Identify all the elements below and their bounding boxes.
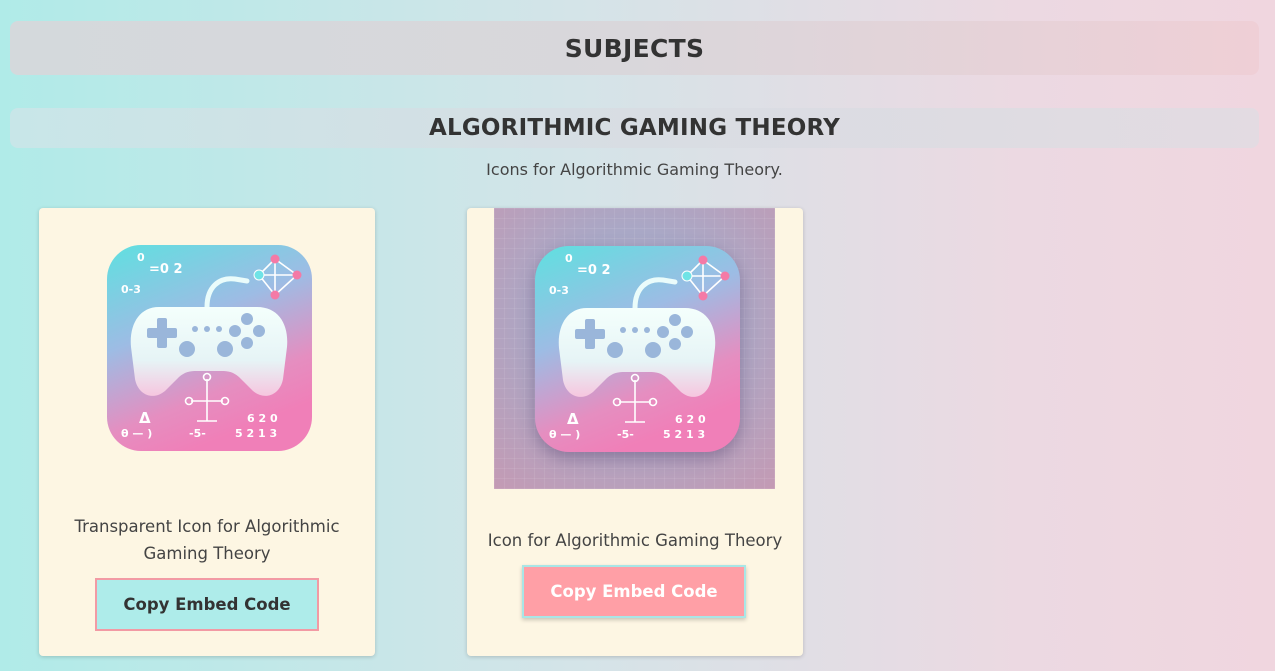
delta-symbol: Δ (567, 410, 579, 428)
formula-top: =0 2 (577, 263, 611, 278)
formula-bottom-right-bottom: 5 2 1 3 (235, 427, 277, 440)
formula-bottom-mid: -5- (617, 428, 634, 441)
formula-bottom-left: θ — ) (549, 428, 580, 441)
copy-embed-code-button[interactable]: Copy Embed Code (95, 578, 319, 631)
icon-card-background: 0 =0 2 0-3 Δ θ — ) -5- 6 2 0 5 2 1 3 Ico… (467, 208, 803, 656)
formula-top: =0 2 (149, 262, 183, 277)
copy-embed-code-button[interactable]: Copy Embed Code (522, 565, 746, 618)
formula-left: 0-3 (549, 284, 569, 297)
formula-bottom-right-top: 6 2 0 (675, 413, 706, 426)
icon-image-frame: 0 =0 2 0-3 Δ θ — ) -5- 6 2 0 5 2 1 3 (494, 208, 775, 489)
topic-title: ALGORITHMIC GAMING THEORY (429, 115, 840, 141)
topic-header: ALGORITHMIC GAMING THEORY (10, 108, 1259, 148)
topic-description: Icons for Algorithmic Gaming Theory. (486, 160, 783, 179)
icon-card-transparent: 0 =0 2 0-3 Δ θ — ) -5- 6 2 0 5 2 1 3 Tra… (39, 208, 375, 656)
formula-bottom-right-top: 6 2 0 (247, 412, 278, 425)
formula-top-small: 0 (565, 252, 573, 265)
page-title: SUBJECTS (564, 33, 705, 63)
formula-top-small: 0 (137, 251, 145, 264)
gamepad-math-icon: 0 =0 2 0-3 Δ θ — ) -5- 6 2 0 5 2 1 3 (107, 245, 312, 451)
card-caption: Transparent Icon for Algorithmic Gaming … (74, 517, 340, 563)
subjects-header: SUBJECTS (10, 21, 1259, 75)
formula-left: 0-3 (121, 283, 141, 296)
gamepad-math-icon: 0 =0 2 0-3 Δ θ — ) -5- 6 2 0 5 2 1 3 (535, 246, 740, 452)
formula-bottom-left: θ — ) (121, 427, 152, 440)
card-caption: Icon for Algorithmic Gaming Theory (487, 531, 783, 550)
formula-bottom-mid: -5- (189, 427, 206, 440)
delta-symbol: Δ (139, 409, 151, 427)
formula-bottom-right-bottom: 5 2 1 3 (663, 428, 705, 441)
